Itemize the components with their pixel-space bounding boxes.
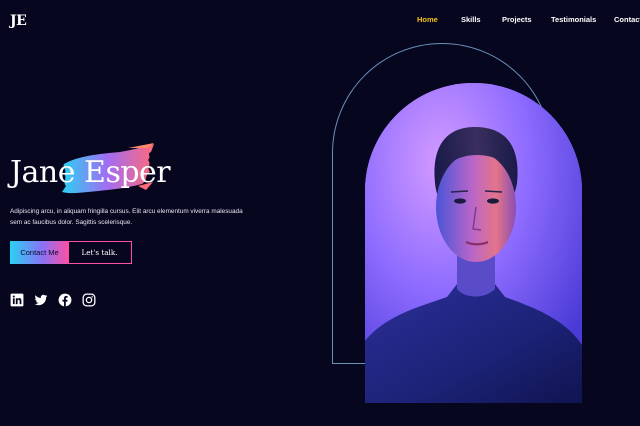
linkedin-icon[interactable] xyxy=(10,293,24,307)
nav-home[interactable]: Home xyxy=(417,15,438,24)
portrait-image xyxy=(365,83,582,403)
contact-me-button[interactable]: Contact Me xyxy=(10,241,69,264)
nav-projects[interactable]: Projects xyxy=(502,15,532,24)
instagram-icon[interactable] xyxy=(82,293,96,307)
arch-outline-base xyxy=(332,363,366,364)
main-nav: Home Skills Projects Testimonials Contac… xyxy=(0,15,640,29)
portrait-illustration xyxy=(365,83,582,403)
nav-contact[interactable]: Contact xyxy=(614,15,640,24)
last-name: Esper xyxy=(84,155,171,190)
hero-name: Jane Esper xyxy=(10,155,171,190)
lets-talk-button[interactable]: Let's talk. xyxy=(68,241,132,264)
first-name: Jane xyxy=(10,155,76,190)
facebook-icon[interactable] xyxy=(58,293,72,307)
twitter-icon[interactable] xyxy=(34,293,48,307)
nav-testimonials[interactable]: Testimonials xyxy=(551,15,596,24)
nav-skills[interactable]: Skills xyxy=(461,15,481,24)
hero-description: Adipiscing arcu, in aliquam fringilla cu… xyxy=(10,208,243,226)
